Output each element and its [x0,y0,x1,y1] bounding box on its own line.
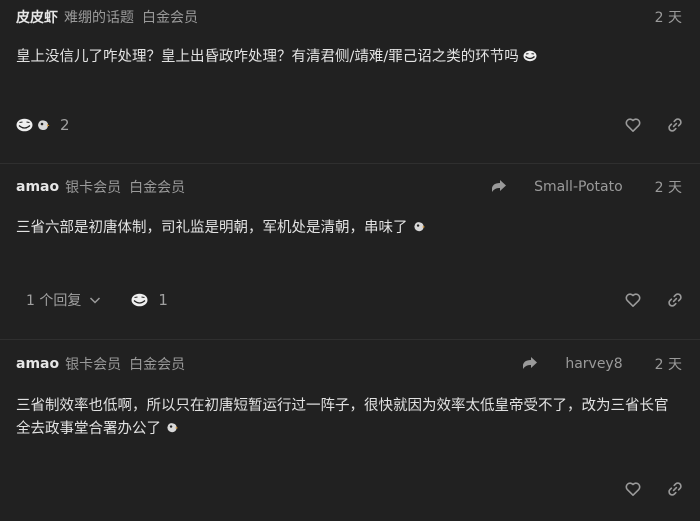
post-date[interactable]: 2 天 [655,354,682,374]
post-divider [0,163,700,164]
chevron-down-icon [90,297,101,304]
bird-face-emoji [167,423,179,433]
reactions-summary[interactable]: 1 [131,291,168,309]
reply-arrow-icon [492,180,507,192]
reactions-summary[interactable]: 2 [16,116,70,134]
post-username[interactable]: amao [16,356,59,372]
post-header: 皮皮虾 难绷的话题 白金会员 2 天 [16,1,684,33]
link-icon [668,293,682,307]
post-header: amao 银卡会员 白金会员 Small-Potato 2 天 [16,171,684,203]
share-link-button[interactable] [666,291,684,309]
post-2: amao 银卡会员 白金会员 Small-Potato 2 天 三省六部是初唐体… [0,171,700,339]
reaction-count: 2 [60,116,70,134]
user-title-badge: 银卡会员 [65,180,122,196]
share-link-button[interactable] [666,116,684,134]
membership-badge: 白金会员 [129,180,186,196]
post-actions [16,474,684,504]
post-3: amao 银卡会员 白金会员 harvey8 2 天 三省制效率也低啊，所以只在… [0,348,700,521]
reaction-count: 1 [158,291,168,309]
reply-to-user[interactable]: harvey8 [565,356,622,372]
like-button[interactable] [624,291,642,309]
share-link-button[interactable] [666,480,684,498]
reply-arrow-icon [523,357,538,369]
post-username[interactable]: amao [16,179,59,195]
post-date[interactable]: 2 天 [655,177,682,197]
post-username[interactable]: 皮皮虾 [16,7,58,27]
bird-face-emoji [38,120,50,131]
post-body: 皇上没信儿了咋处理？皇上出昏政咋处理？有清君侧/靖难/罪己诏之类的环节吗 [16,46,684,69]
post-date[interactable]: 2 天 [655,7,682,27]
user-title-badge: 银卡会员 [65,357,122,373]
post-divider [0,339,700,340]
user-title-badge: 难绷的话题 [64,10,134,26]
post-body: 三省制效率也低啊，所以只在初唐短暂运行过一阵子，很快就因为效率太低皇帝受不了，改… [16,395,680,441]
post-actions: 1 个回复 1 [16,285,684,315]
show-replies-button[interactable]: 1 个回复 [26,290,101,310]
post-text: 皇上没信儿了咋处理？皇上出昏政咋处理？有清君侧/靖难/罪己诏之类的环节吗 [16,49,519,65]
post-1: 皮皮虾 难绷的话题 白金会员 2 天 皇上没信儿了咋处理？皇上出昏政咋处理？有清… [0,0,700,163]
post-text: 三省六部是初唐体制，司礼监是明朝，军机处是清朝，串味了 [16,220,408,236]
heart-icon [625,118,641,132]
post-text: 三省制效率也低啊，所以只在初唐短暂运行过一阵子，很快就因为效率太低皇帝受不了，改… [16,398,669,437]
post-controls [600,116,684,134]
heart-icon [625,293,641,307]
troll-face-emoji [16,118,33,132]
like-button[interactable] [624,116,642,134]
replies-label: 1 个回复 [26,293,82,309]
post-body: 三省六部是初唐体制，司礼监是明朝，军机处是清朝，串味了 [16,217,684,240]
troll-face-emoji [523,50,537,62]
post-controls [600,291,684,309]
post-header: amao 银卡会员 白金会员 harvey8 2 天 [16,348,684,380]
reply-to-user[interactable]: Small-Potato [534,179,623,195]
troll-face-emoji [131,293,148,307]
post-actions: 2 [16,110,684,140]
heart-icon [625,482,641,496]
link-icon [668,482,682,496]
bird-face-emoji [413,222,425,232]
membership-badge: 白金会员 [142,10,198,26]
link-icon [668,118,682,132]
membership-badge: 白金会员 [129,357,186,373]
post-controls [600,480,684,498]
like-button[interactable] [624,480,642,498]
